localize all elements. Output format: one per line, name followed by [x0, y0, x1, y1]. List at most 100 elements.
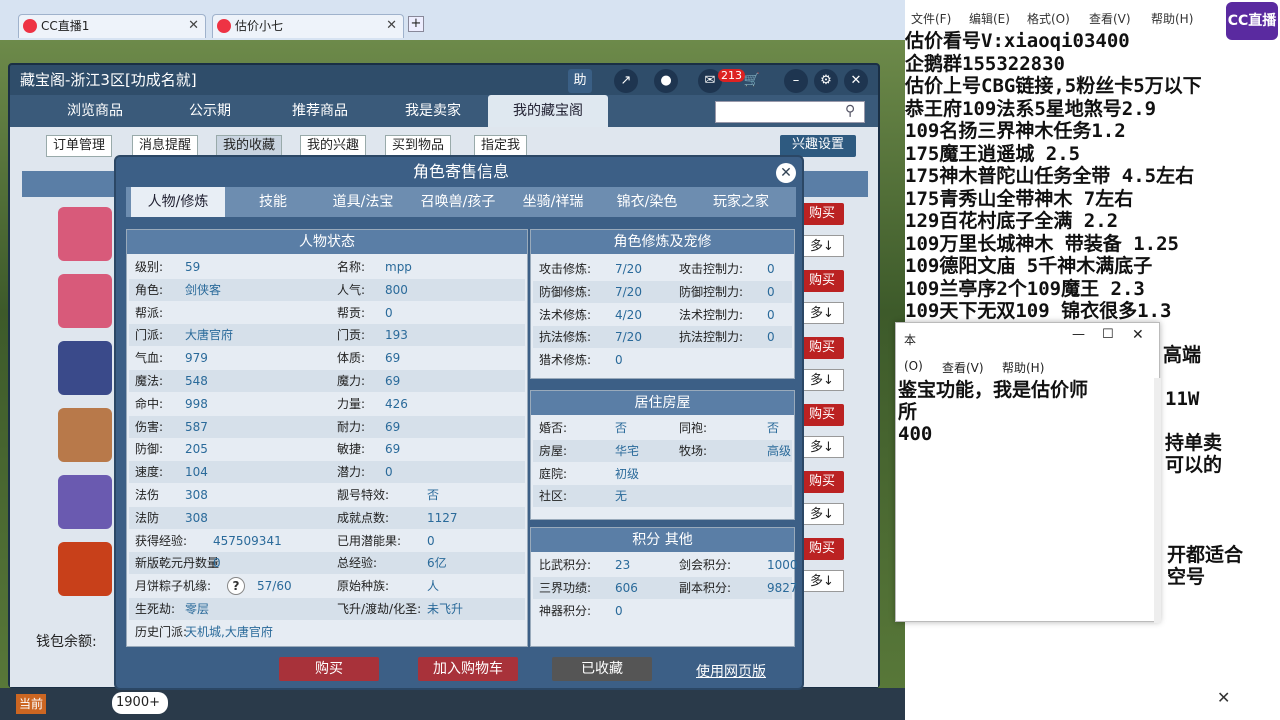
tab-wardrobe[interactable]: 锦衣/染色	[600, 187, 694, 217]
stat-label: 法防	[135, 510, 160, 525]
stat-value: 天机城,大唐官府	[185, 624, 273, 639]
stat-value: 800	[385, 282, 408, 297]
field-label: 法术修炼:	[539, 307, 592, 322]
notepad-line: 109德阳文庙 5千神木满底子	[905, 255, 1153, 277]
buy-button[interactable]: 购买	[800, 404, 844, 426]
tab-home[interactable]: 玩家之家	[694, 187, 788, 217]
buy-button[interactable]: 购买	[800, 471, 844, 493]
nav-my-cbg[interactable]: 我的藏宝阁	[488, 95, 608, 127]
buy-button[interactable]: 购买	[800, 270, 844, 292]
close-icon[interactable]: ✕	[1132, 327, 1144, 343]
more-button[interactable]: 多↓	[800, 436, 844, 458]
interest-settings-button[interactable]: 兴趣设置	[780, 135, 857, 157]
character-avatar[interactable]	[58, 408, 112, 462]
share-icon[interactable]: ↗	[614, 69, 638, 93]
character-avatar[interactable]	[58, 341, 112, 395]
close-icon[interactable]: ✕	[844, 69, 868, 93]
character-avatar[interactable]	[58, 207, 112, 261]
more-button[interactable]: 多↓	[800, 570, 844, 592]
close-icon[interactable]: ✕	[386, 15, 397, 37]
menu-help[interactable]: 帮助(H)	[1151, 10, 1193, 27]
menu-file[interactable]: 文件(F)	[911, 10, 951, 27]
stat-value: 587	[185, 419, 208, 434]
menu-format[interactable]: (O)	[904, 359, 923, 373]
tab-character[interactable]: 人物/修炼	[131, 187, 225, 217]
stat-value: 205	[185, 442, 208, 457]
stat-label: 门贡:	[337, 328, 366, 343]
sub-favorites[interactable]: 我的收藏	[216, 135, 283, 157]
tab-mounts[interactable]: 坐骑/祥瑞	[506, 187, 600, 217]
close-icon[interactable]: ✕	[1217, 688, 1230, 707]
scrollbar[interactable]	[1154, 378, 1161, 623]
menu-view[interactable]: 查看(V)	[1089, 10, 1131, 27]
menu-view[interactable]: 查看(V)	[942, 359, 984, 376]
field-label: 房屋:	[539, 443, 568, 458]
stat-value: 零层	[185, 602, 210, 616]
sub-messages[interactable]: 消息提醒	[132, 135, 199, 157]
maximize-icon[interactable]: ☐	[1102, 327, 1114, 342]
character-avatar[interactable]	[58, 475, 112, 529]
browser-tab-2[interactable]: 估价小七 ✕	[212, 14, 404, 38]
menu-format[interactable]: 格式(O)	[1027, 10, 1070, 27]
sub-bought[interactable]: 买到物品	[385, 135, 452, 157]
field-value: 0	[767, 262, 775, 276]
tab-pets[interactable]: 召唤兽/孩子	[408, 187, 508, 217]
stat-value: 548	[185, 374, 208, 388]
stat-value: 979	[185, 351, 208, 366]
close-icon[interactable]: ✕	[188, 15, 199, 37]
help-button[interactable]: 助	[568, 69, 592, 93]
new-tab-button[interactable]: +	[408, 16, 424, 32]
buy-button[interactable]: 购买	[279, 657, 379, 681]
field-label: 抗法控制力:	[679, 330, 744, 345]
cart-icon[interactable]: 🛒	[740, 69, 764, 93]
field-label: 婚否:	[539, 421, 568, 435]
add-to-cart-button[interactable]: 加入购物车	[418, 657, 518, 681]
nav-seller[interactable]: 我是卖家	[378, 95, 488, 127]
search-icon[interactable]: ⚲	[845, 103, 855, 119]
text-fragment: 开都适合	[1167, 544, 1244, 566]
sub-assigned[interactable]: 指定我	[474, 135, 528, 157]
character-avatar[interactable]	[58, 274, 112, 328]
buy-button[interactable]: 购买	[800, 538, 844, 560]
more-button[interactable]: 多↓	[800, 369, 844, 391]
settings-icon[interactable]: ●	[654, 69, 678, 93]
more-button[interactable]: 多↓	[800, 235, 844, 257]
minimize-icon[interactable]: –	[784, 69, 808, 93]
stat-value: mpp	[385, 260, 412, 274]
character-avatar[interactable]	[58, 542, 112, 596]
sub-interests[interactable]: 我的兴趣	[300, 135, 367, 157]
nav-recommend[interactable]: 推荐商品	[265, 95, 375, 127]
nav-browse[interactable]: 浏览商品	[40, 95, 150, 127]
minimize-icon[interactable]: —	[1072, 327, 1085, 342]
menu-edit[interactable]: 编辑(E)	[969, 10, 1010, 27]
stat-label: 生死劫:	[135, 602, 176, 616]
stat-value: 69	[385, 374, 401, 388]
nav-announce[interactable]: 公示期	[155, 95, 265, 127]
stat-label: 月饼粽子机缘:	[135, 579, 212, 594]
buy-button[interactable]: 购买	[800, 203, 844, 225]
favorited-button[interactable]: 已收藏	[552, 657, 652, 681]
status-heading: 人物状态	[127, 230, 527, 254]
web-version-link[interactable]: 使用网页版	[696, 661, 766, 681]
menu-help[interactable]: 帮助(H)	[1002, 359, 1044, 376]
help-icon[interactable]: ?	[227, 577, 245, 596]
notepad-window-2: 本 — ☐ ✕ (O) 查看(V) 帮助(H) 鉴宝功能，我是估价师 所 400	[895, 322, 1161, 623]
more-button[interactable]: 多↓	[800, 302, 844, 324]
stat-value: 否	[427, 488, 440, 502]
buy-button[interactable]: 购买	[800, 337, 844, 359]
field-label: 抗法修炼:	[539, 330, 592, 345]
search-input[interactable]	[715, 101, 865, 123]
gear-icon[interactable]: ⚙	[814, 69, 838, 93]
tab-skills[interactable]: 技能	[226, 187, 320, 217]
notepad-line: 109兰亭序2个109魔王 2.3	[905, 277, 1145, 300]
browser-tab-1[interactable]: CC直播1 ✕	[18, 14, 206, 38]
sub-orders[interactable]: 订单管理	[46, 135, 113, 157]
close-icon[interactable]: ✕	[776, 163, 796, 183]
window-title: 本	[904, 333, 917, 347]
tab-items[interactable]: 道具/法宝	[316, 187, 410, 217]
more-button[interactable]: 多↓	[800, 503, 844, 525]
field-value: 高级	[767, 443, 792, 458]
stat-label: 敏捷:	[337, 442, 366, 457]
channel-current[interactable]: 当前	[16, 694, 46, 714]
field-label: 副本积分:	[679, 580, 732, 595]
